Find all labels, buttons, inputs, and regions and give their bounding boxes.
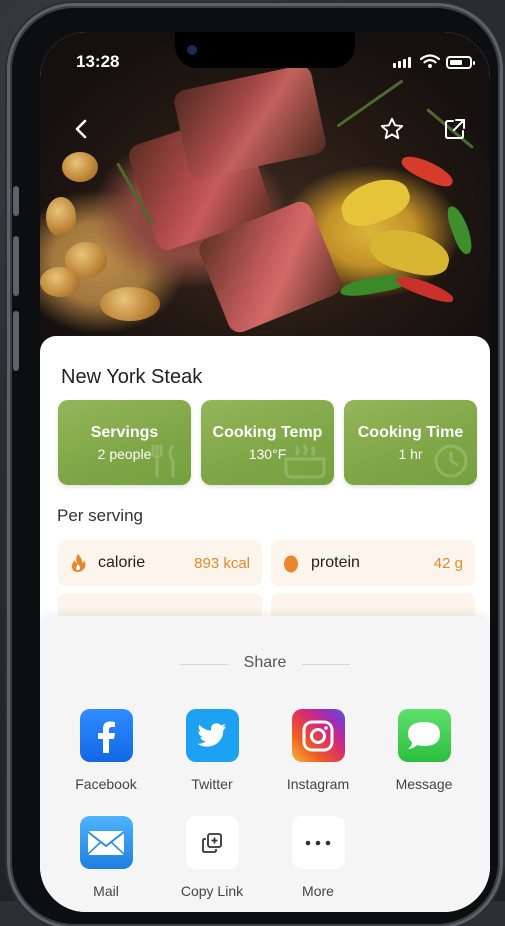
- nutrition-value: 893 kcal: [194, 555, 250, 572]
- phone-frame: 13:28 New York Steak Servings 2 people C…: [10, 6, 500, 926]
- nutrition-label: calorie: [98, 554, 146, 571]
- pepper: [398, 151, 457, 191]
- per-serving-label: Per serving: [57, 506, 143, 525]
- twitter-icon: [185, 709, 239, 762]
- share-option-facebook[interactable]: Facebook: [56, 709, 156, 792]
- message-icon: [397, 709, 451, 762]
- cooking-time-tile[interactable]: Cooking Time 1 hr: [344, 400, 477, 485]
- share-option-label: Copy Link: [180, 883, 244, 899]
- potato: [62, 152, 98, 182]
- back-button[interactable]: [66, 114, 96, 144]
- nutrition-item-protein: protein 42 g: [271, 540, 475, 586]
- share-sheet-title: Share: [243, 654, 287, 671]
- screen: 13:28 New York Steak Servings 2 people C…: [40, 32, 490, 912]
- share-option-label: Mail: [93, 883, 119, 899]
- share-option-label: Facebook: [75, 776, 137, 792]
- share-button[interactable]: [440, 114, 470, 144]
- share-option-label: More: [302, 883, 334, 899]
- facebook-icon: [79, 709, 133, 762]
- pepper: [443, 203, 477, 257]
- share-option-mail[interactable]: Mail: [56, 816, 156, 899]
- potato: [40, 267, 80, 297]
- battery-icon: [446, 56, 475, 69]
- tile-title: Cooking Time: [357, 424, 464, 441]
- share-sheet: Share Facebook Twitter Instagram Message…: [40, 616, 490, 912]
- phone-side-button: [13, 186, 19, 216]
- cooking-temp-tile[interactable]: Cooking Temp 130°F: [201, 400, 334, 485]
- nutrition-value: 42 g: [433, 555, 463, 572]
- share-option-more[interactable]: More: [268, 816, 368, 899]
- recipe-info-tiles: Servings 2 people Cooking Temp 130°F Coo…: [58, 400, 477, 485]
- star-icon: [380, 117, 404, 140]
- pepper: [366, 222, 454, 282]
- utensils-icon: [151, 444, 175, 477]
- flame-icon: [71, 554, 86, 572]
- recipe-hero-image: [40, 32, 490, 352]
- share-option-label: Instagram: [286, 776, 350, 792]
- more-icon: [291, 816, 345, 869]
- nutrition-label: protein: [311, 554, 360, 571]
- clock-icon: [434, 444, 468, 478]
- nutrition-item-calorie: calorie 893 kcal: [58, 540, 262, 586]
- servings-tile[interactable]: Servings 2 people: [58, 400, 191, 485]
- mail-icon: [79, 816, 133, 869]
- divider: [302, 664, 350, 665]
- share-option-message[interactable]: Message: [374, 709, 474, 792]
- front-camera: [187, 45, 197, 55]
- potato: [100, 287, 160, 321]
- share-option-twitter[interactable]: Twitter: [162, 709, 262, 792]
- recipe-title: New York Steak: [61, 366, 203, 388]
- tile-title: Servings: [90, 424, 159, 441]
- share-option-label: Twitter: [191, 776, 233, 792]
- tile-title: Cooking Temp: [212, 424, 323, 441]
- favorite-button[interactable]: [377, 114, 407, 144]
- pepper: [335, 171, 415, 233]
- egg-icon: [284, 555, 298, 573]
- share-option-label: Message: [395, 776, 453, 792]
- share-option-copy-link[interactable]: Copy Link: [162, 816, 262, 899]
- copy-link-icon: [185, 816, 239, 869]
- chevron-left-icon: [75, 119, 87, 139]
- wifi-icon: [420, 54, 440, 68]
- steak-slice: [172, 63, 328, 181]
- share-external-icon: [445, 119, 465, 139]
- phone-side-button: [13, 311, 19, 371]
- instagram-icon: [291, 709, 345, 762]
- pepper: [394, 272, 456, 306]
- dynamic-island: [175, 32, 355, 68]
- pot-icon: [284, 444, 326, 479]
- share-option-instagram[interactable]: Instagram: [268, 709, 368, 792]
- cellular-signal-icon: [393, 57, 411, 68]
- potato: [46, 197, 76, 237]
- status-time: 13:28: [76, 52, 120, 71]
- phone-side-button: [13, 236, 19, 296]
